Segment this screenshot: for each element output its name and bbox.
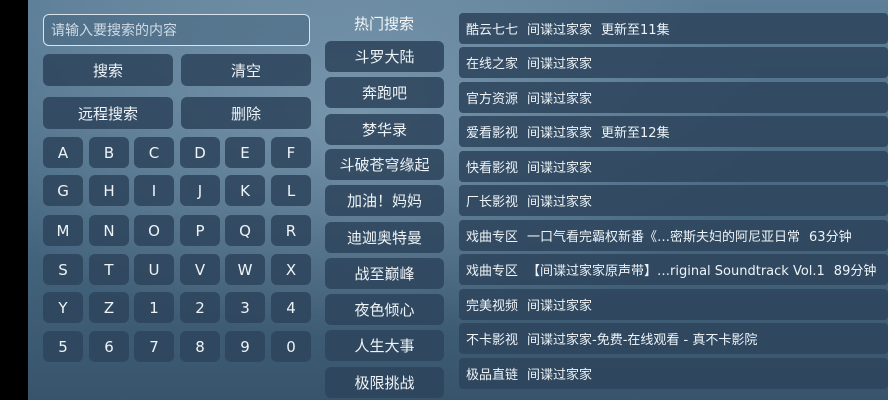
result-row[interactable]: 厂长影视 间谍过家家 (459, 185, 888, 216)
hot-search-item[interactable]: 梦华录 (325, 114, 444, 145)
key-7[interactable]: 7 (134, 331, 174, 362)
search-button[interactable]: 搜索 (43, 54, 173, 86)
key-f[interactable]: F (271, 137, 311, 168)
result-source: 完美视频 (466, 299, 519, 314)
result-row[interactable]: 戏曲专区 一口气看完霸权新番《…密斯夫妇的阿尼亚日常 63分钟 (459, 220, 888, 251)
search-placeholder: 请输入要搜索的内容 (51, 23, 177, 39)
result-extra: 更新至12集 (601, 126, 670, 141)
result-source: 戏曲专区 (466, 264, 519, 279)
key-c[interactable]: C (134, 137, 174, 168)
key-g[interactable]: G (43, 175, 83, 206)
key-a[interactable]: A (43, 137, 83, 168)
key-p[interactable]: P (180, 215, 220, 246)
result-row[interactable]: 不卡影视 间谍过家家-免费-在线观看 - 真不卡影院 (459, 323, 888, 354)
hot-search-item[interactable]: 迪迦奥特曼 (325, 222, 444, 253)
hot-search-item[interactable]: 战至巅峰 (325, 258, 444, 289)
key-o[interactable]: O (134, 215, 174, 246)
key-r[interactable]: R (271, 215, 311, 246)
result-source: 极品直链 (466, 368, 519, 383)
key-q[interactable]: Q (225, 215, 265, 246)
key-5[interactable]: 5 (43, 331, 83, 362)
result-row[interactable]: 爱看影视 间谍过家家 更新至12集 (459, 116, 888, 147)
result-extra: 63分钟 (809, 230, 852, 245)
search-input[interactable]: 请输入要搜索的内容 (43, 14, 310, 46)
key-0[interactable]: 0 (271, 331, 311, 362)
key-b[interactable]: B (89, 137, 129, 168)
search-screen: 请输入要搜索的内容 搜索 清空 远程搜索 删除 ABCDEF GHIJKL MNOP… (28, 0, 888, 400)
result-title: 间谍过家家 (527, 368, 593, 383)
hot-search-item[interactable]: 极限挑战 (325, 367, 444, 398)
key-6[interactable]: 6 (89, 331, 129, 362)
result-source: 官方资源 (466, 92, 519, 107)
key-d[interactable]: D (180, 137, 220, 168)
result-title: 间谍过家家 (527, 195, 593, 210)
result-source: 戏曲专区 (466, 230, 519, 245)
hot-search-item[interactable]: 加油！妈妈 (325, 185, 444, 216)
key-3[interactable]: 3 (225, 292, 265, 323)
hot-search-item[interactable]: 奔跑吧 (325, 77, 444, 108)
hot-search-item[interactable]: 夜色倾心 (325, 294, 444, 325)
result-title: 间谍过家家 (527, 92, 593, 107)
key-2[interactable]: 2 (180, 292, 220, 323)
key-n[interactable]: N (89, 215, 129, 246)
result-title: 间谍过家家 (527, 161, 593, 176)
key-m[interactable]: M (43, 215, 83, 246)
key-4[interactable]: 4 (271, 292, 311, 323)
result-row[interactable]: 完美视频 间谍过家家 (459, 289, 888, 320)
key-e[interactable]: E (225, 137, 265, 168)
hot-search-item[interactable]: 斗罗大陆 (325, 41, 444, 72)
result-row[interactable]: 酷云七七 间谍过家家 更新至11集 (459, 13, 888, 44)
result-title: 【间谍过家家原声带】…riginal Soundtrack Vol.1 (527, 264, 825, 279)
key-i[interactable]: I (134, 175, 174, 206)
key-k[interactable]: K (225, 175, 265, 206)
clear-button[interactable]: 清空 (181, 54, 311, 86)
result-row[interactable]: 官方资源 间谍过家家 (459, 82, 888, 113)
key-v[interactable]: V (180, 254, 220, 285)
result-extra: 更新至11集 (601, 23, 670, 38)
hot-search-item[interactable]: 斗破苍穹缘起 (325, 149, 444, 180)
result-source: 爱看影视 (466, 126, 519, 141)
key-x[interactable]: X (271, 254, 311, 285)
result-title: 间谍过家家 (527, 23, 593, 38)
result-source: 快看影视 (466, 161, 519, 176)
result-source: 酷云七七 (466, 23, 519, 38)
key-z[interactable]: Z (89, 292, 129, 323)
key-j[interactable]: J (180, 175, 220, 206)
delete-button[interactable]: 删除 (181, 97, 311, 129)
result-source: 在线之家 (466, 57, 519, 72)
key-h[interactable]: H (89, 175, 129, 206)
result-title: 间谍过家家 (527, 299, 593, 314)
key-1[interactable]: 1 (134, 292, 174, 323)
result-title: 一口气看完霸权新番《…密斯夫妇的阿尼亚日常 (527, 230, 801, 245)
result-row[interactable]: 戏曲专区 【间谍过家家原声带】…riginal Soundtrack Vol.1 8… (459, 254, 888, 285)
hot-search-title: 热门搜索 (353, 14, 414, 33)
result-row[interactable]: 快看影视 间谍过家家 (459, 151, 888, 182)
key-8[interactable]: 8 (180, 331, 220, 362)
result-row[interactable]: 在线之家 间谍过家家 (459, 47, 888, 78)
result-title: 间谍过家家 (527, 126, 593, 141)
result-source: 厂长影视 (466, 195, 519, 210)
key-9[interactable]: 9 (225, 331, 265, 362)
result-row[interactable]: 极品直链 间谍过家家 (459, 358, 888, 389)
key-w[interactable]: W (225, 254, 265, 285)
result-title: 间谍过家家 (527, 57, 593, 72)
remote-search-button[interactable]: 远程搜索 (43, 97, 173, 129)
hot-search-item[interactable]: 人生大事 (325, 330, 444, 361)
result-source: 不卡影视 (466, 333, 519, 348)
result-extra: 89分钟 (833, 264, 877, 279)
result-title: 间谍过家家-免费-在线观看 - 真不卡影院 (527, 333, 758, 348)
key-u[interactable]: U (134, 254, 174, 285)
key-s[interactable]: S (43, 254, 83, 285)
result-list: 酷云七七 间谍过家家 更新至11集 在线之家 间谍过家家 官方资源 间谍过家家 爱看影视 间谍过… (459, 0, 888, 400)
key-l[interactable]: L (271, 175, 311, 206)
key-t[interactable]: T (89, 254, 129, 285)
key-y[interactable]: Y (43, 292, 83, 323)
